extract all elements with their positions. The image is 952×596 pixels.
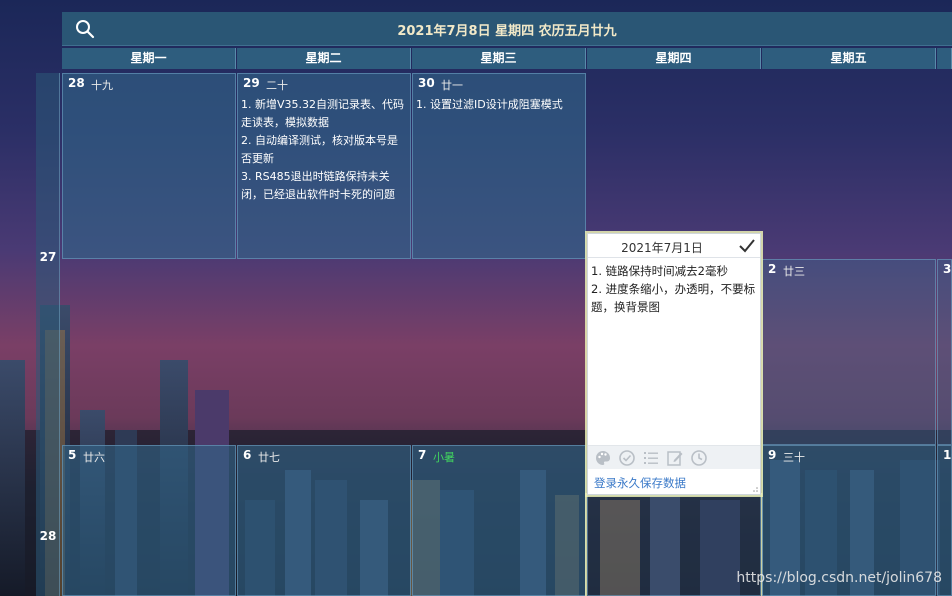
weekday-friday: 星期五 [762,48,936,69]
day-number: 3 [943,262,952,276]
lunar-date: 廿一 [441,79,463,92]
day-cell-2[interactable]: 2 廿三 [762,259,936,445]
day-number: 9 [768,448,777,462]
lunar-date: 廿三 [783,265,805,278]
solar-term: 小暑 [433,451,455,464]
note-line: 2. 自动编译测试，核对版本号是否更新 [241,134,398,165]
day-number: 5 [68,448,77,462]
week-number-27: 27 [39,250,57,264]
login-save-link[interactable]: 登录永久保存数据 [594,475,686,491]
weekday-wednesday: 星期三 [412,48,586,69]
list-icon [644,452,658,464]
date-header-bar: 2021年7月8日 星期四 农历五月廿九 [62,12,952,46]
weekday-thursday: 星期四 [587,48,761,69]
current-date-title: 2021年7月8日 星期四 农历五月廿九 [397,24,617,39]
weekday-header-row: 星期一 星期二 星期三 星期四 星期五 [62,48,952,69]
note-line: 1. 设置过滤ID设计成阻塞模式 [416,98,563,111]
watermark-text: https://blog.csdn.net/jolin678 [736,570,942,586]
note-editor-popup[interactable]: 2021年7月1日 1. 链路保持时间减去2毫秒 2. 进度条缩小，办透明，不要… [587,233,761,495]
day-cell-28[interactable]: 28 十九 [62,73,236,259]
day-number: 29 [243,76,260,90]
note-line: 1. 新增V35.32自测记录表、代码走读表，模拟数据 [241,98,405,129]
day-number: 6 [243,448,252,462]
complete-button[interactable] [618,449,636,467]
reminder-button[interactable] [690,449,708,467]
weekday-tuesday: 星期二 [237,48,411,69]
note-line: 3. RS485退出时链路保持未关闭，已经退出软件时卡死的问题 [241,170,395,201]
editor-line: 2. 进度条缩小，办透明，不要标题，换背景图 [591,282,756,314]
week-number-28: 28 [39,529,57,543]
day-cell-7[interactable]: 7 小暑 [412,445,586,596]
day-number: 28 [68,76,85,90]
day-number: 30 [418,76,435,90]
weekday-monday: 星期一 [62,48,236,69]
day-number: 7 [418,448,427,462]
note-text-area[interactable]: 1. 链路保持时间减去2毫秒 2. 进度条缩小，办透明，不要标题，换背景图 [591,262,759,442]
weekday-overflow [937,48,952,69]
check-icon [739,239,755,253]
day-notes: 1. 新增V35.32自测记录表、代码走读表，模拟数据 2. 自动编译测试，核对… [241,96,407,204]
editor-header: 2021年7月1日 [588,234,760,258]
day-cell-8-today[interactable] [587,495,761,596]
day-cell-30[interactable]: 30 廿一 1. 设置过滤ID设计成阻塞模式 [412,73,586,259]
lunar-date: 三十 [783,451,805,464]
circle-check-icon [619,450,635,466]
edit-icon [667,451,683,466]
editor-line: 1. 链路保持时间减去2毫秒 [591,264,728,278]
color-button[interactable] [594,449,612,467]
list-button[interactable] [642,449,660,467]
edit-button[interactable] [666,449,684,467]
confirm-button[interactable] [738,237,756,255]
week-number-column: 27 28 [36,73,60,596]
lunar-date: 廿七 [258,451,280,464]
day-cell-3[interactable]: 3 [937,259,952,445]
day-cell-6[interactable]: 6 廿七 [237,445,411,596]
lunar-date: 廿六 [83,451,105,464]
clock-icon [691,450,707,466]
day-notes: 1. 设置过滤ID设计成阻塞模式 [416,96,582,114]
day-number: 2 [768,262,777,276]
resize-grip-icon[interactable] [750,484,758,492]
day-number: 10 [943,448,952,462]
day-cell-29[interactable]: 29 二十 1. 新增V35.32自测记录表、代码走读表，模拟数据 2. 自动编… [237,73,411,259]
lunar-date: 十九 [91,79,113,92]
editor-date-title: 2021年7月1日 [621,241,703,255]
palette-icon [596,450,611,465]
editor-toolbar [588,445,760,469]
lunar-date: 二十 [266,79,288,92]
day-cell-5[interactable]: 5 廿六 [62,445,236,596]
